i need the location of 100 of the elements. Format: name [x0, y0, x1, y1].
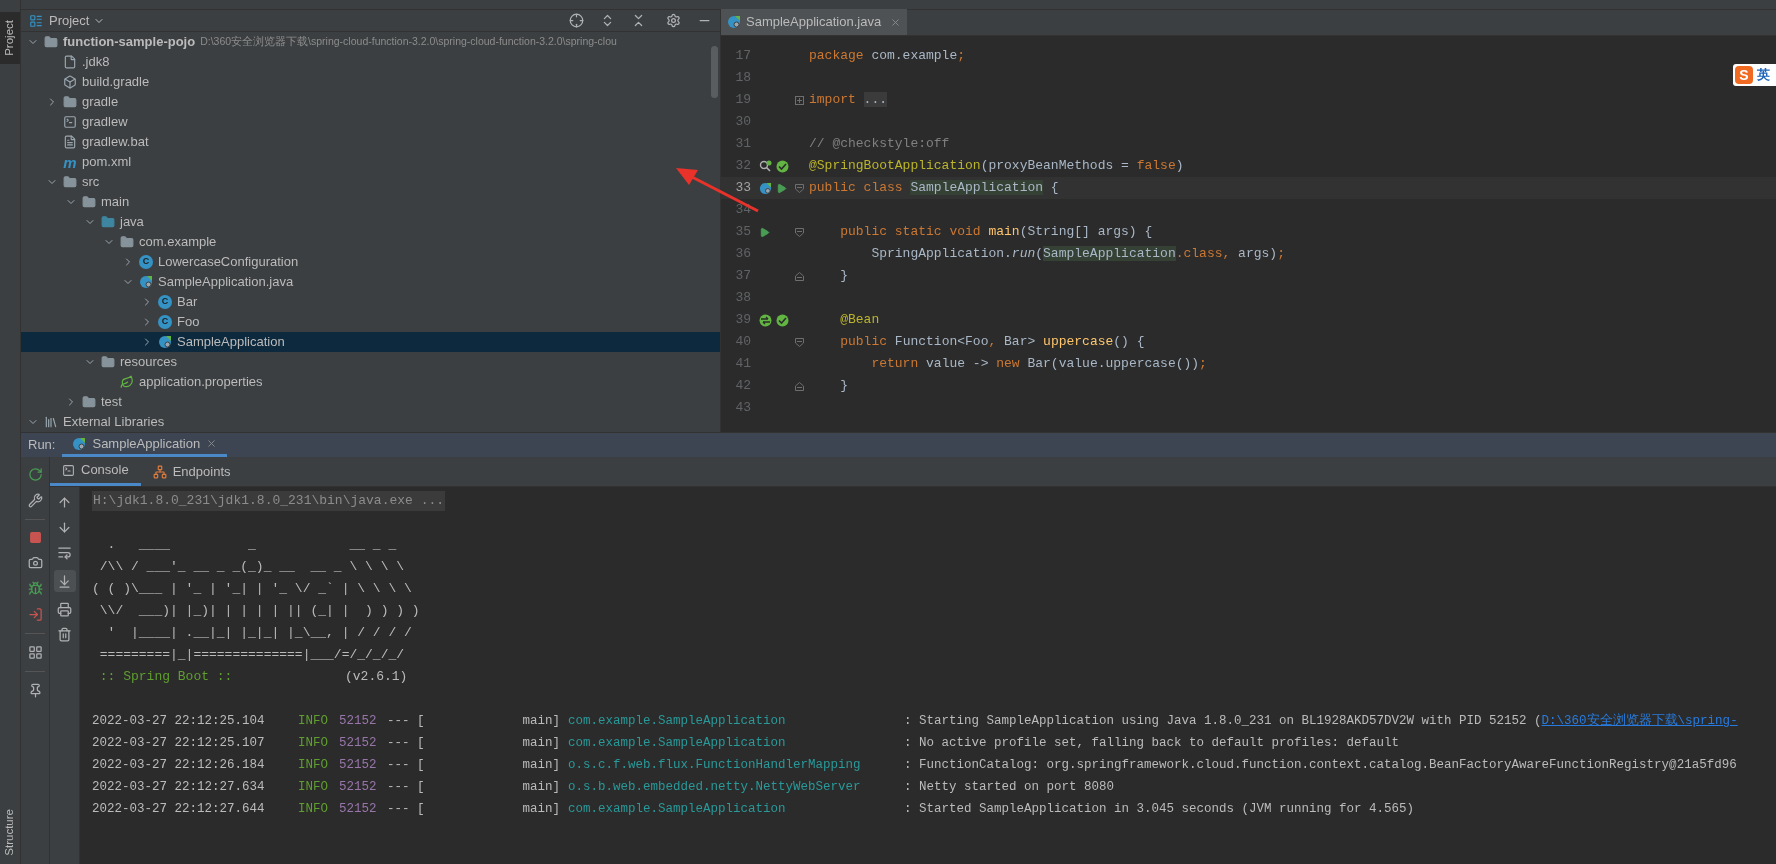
tree-item[interactable]: C Foo: [21, 312, 720, 332]
code-text: return value -> new Bar(value.uppercase());: [870, 355, 1207, 374]
line-number: 37: [734, 267, 751, 286]
network-icon: [152, 464, 167, 479]
rerun-icon[interactable]: [27, 467, 43, 482]
line-number: 17: [734, 47, 751, 66]
thread-name: main]: [522, 800, 560, 818]
item-label: pom.xml: [82, 153, 132, 172]
magnifier-leaf-icon[interactable]: [759, 159, 772, 173]
down-arrow-icon[interactable]: [57, 520, 72, 535]
tree-item[interactable]: java: [21, 212, 720, 232]
log-separator: --- [: [387, 756, 426, 774]
tree-item[interactable]: gradle: [21, 92, 720, 112]
class-icon: C: [139, 255, 153, 269]
run-icon[interactable]: [759, 226, 770, 238]
scrollbar-thumb[interactable]: [711, 46, 718, 98]
tree-item[interactable]: External Libraries: [21, 412, 720, 432]
scroll-to-end-toggle[interactable]: [53, 570, 76, 592]
leaf-check-icon[interactable]: [776, 159, 789, 173]
editor-tab[interactable]: SampleApplication.java: [721, 9, 908, 35]
file-icon: [63, 55, 77, 69]
fold-minus-icon[interactable]: [795, 183, 804, 193]
log-separator: --- [: [387, 712, 426, 730]
process-id: 52152: [339, 712, 378, 730]
leaf-check-icon[interactable]: [776, 313, 789, 327]
item-label: gradlew: [82, 113, 128, 132]
code-text: }: [839, 267, 848, 286]
item-label: Foo: [177, 313, 200, 332]
tree-item[interactable]: SampleApplication.java: [21, 272, 720, 292]
tool-window-tab[interactable]: Structure: [0, 801, 20, 864]
tree-item[interactable]: SampleApplication: [21, 332, 720, 352]
layout-icon[interactable]: [27, 645, 43, 660]
ascii-art-line: =========|_|==============|___/=/_/_/_/: [98, 646, 405, 664]
item-label: Bar: [177, 293, 198, 312]
print-icon[interactable]: [57, 602, 72, 617]
code-text: }: [839, 377, 848, 396]
fold-minus-icon[interactable]: [795, 227, 804, 237]
log-separator: --- [: [387, 734, 426, 752]
boot-version: (v2.6.1): [345, 668, 408, 687]
fold-end-icon[interactable]: [795, 381, 804, 391]
tree-item[interactable]: resources: [21, 352, 720, 372]
fold-end-icon[interactable]: [795, 271, 804, 281]
close-icon[interactable]: [206, 438, 218, 449]
tree-item[interactable]: test: [21, 392, 720, 412]
line-number: 32: [734, 157, 751, 176]
logger-name: o.s.b.web.embedded.netty.NettyWebServer: [568, 778, 862, 796]
line-number: 39: [734, 311, 751, 330]
tree-item[interactable]: m pom.xml: [21, 152, 720, 172]
exit-icon[interactable]: [27, 607, 43, 622]
close-icon[interactable]: [890, 16, 902, 28]
tree-item[interactable]: com.example: [21, 232, 720, 252]
line-number: 30: [734, 113, 751, 132]
tree-item[interactable]: gradlew: [21, 112, 720, 132]
line-number: 33: [734, 179, 751, 198]
item-label: LowercaseConfiguration: [158, 253, 299, 272]
project-view-dropdown[interactable]: Project: [49, 10, 106, 31]
camera-icon[interactable]: [27, 555, 43, 570]
locate-icon[interactable]: [569, 13, 584, 28]
item-label: function-sample-pojo: [63, 33, 196, 52]
tool-window-tab[interactable]: Project: [0, 12, 20, 64]
tree-item[interactable]: src: [21, 172, 720, 192]
tree-item[interactable]: C Bar: [21, 292, 720, 312]
fold-minus-icon[interactable]: [795, 337, 804, 347]
tree-item[interactable]: function-sample-pojo D:\360安全浏览器下载\spring-cloud-function-3.2.0\spring-cloud-function-3.2.0\spring-clou: [21, 32, 720, 52]
line-number: 36: [734, 245, 751, 264]
bug-icon[interactable]: [27, 581, 43, 596]
log-time: 2022-03-27 22:12:25.104: [92, 712, 266, 730]
folder-icon: [101, 355, 115, 369]
trash-icon[interactable]: [57, 627, 72, 642]
tree-item[interactable]: C LowercaseConfiguration: [21, 252, 720, 272]
code-text: public class SampleApplication {: [809, 179, 1059, 198]
tree-item[interactable]: main: [21, 192, 720, 212]
pin-icon[interactable]: [27, 683, 43, 698]
stop-icon[interactable]: [28, 531, 42, 544]
console-tab[interactable]: Endpoints: [140, 457, 243, 486]
run-icon[interactable]: [776, 182, 787, 194]
terminal-icon: [63, 115, 77, 129]
panel-label: Run:: [27, 436, 57, 455]
settings-icon[interactable]: [666, 13, 681, 28]
tree-item[interactable]: .jdk8: [21, 52, 720, 72]
line-number: 19: [734, 91, 751, 110]
item-label: External Libraries: [63, 413, 165, 432]
up-arrow-icon[interactable]: [57, 495, 72, 510]
process-id: 52152: [339, 800, 378, 818]
soft-wrap-icon[interactable]: [57, 545, 72, 560]
log-level: INFO: [298, 734, 329, 752]
process-id: 52152: [339, 756, 378, 774]
class-icon: C: [158, 315, 172, 329]
folder-icon: [63, 95, 77, 109]
file-icon: [63, 135, 77, 149]
tree-item[interactable]: build.gradle: [21, 72, 720, 92]
log-time: 2022-03-27 22:12:26.184: [92, 756, 266, 774]
item-label: main: [101, 193, 130, 212]
tree-item[interactable]: application.properties: [21, 372, 720, 392]
fold-plus-icon[interactable]: [795, 95, 804, 105]
wrench-icon[interactable]: [27, 493, 43, 508]
tree-item[interactable]: gradlew.bat: [21, 132, 720, 152]
file-link[interactable]: D:\360安全浏览器下载\spring-: [1541, 711, 1738, 731]
arrows-leaf-icon[interactable]: [759, 313, 772, 327]
item-label: gradle: [82, 93, 119, 112]
